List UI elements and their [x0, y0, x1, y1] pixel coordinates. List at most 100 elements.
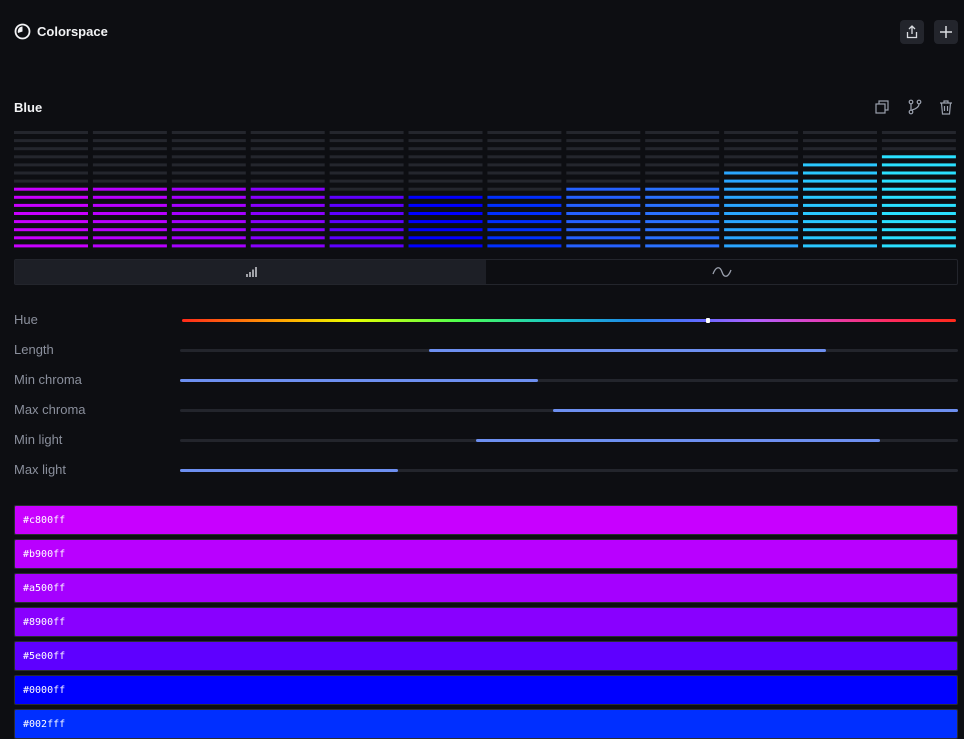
bar-segment	[171, 155, 246, 159]
bar-segment	[329, 187, 404, 191]
plus-icon	[940, 26, 952, 38]
add-palette-button[interactable]	[934, 20, 958, 44]
bars-view-tab[interactable]	[15, 260, 486, 284]
bar-segment	[881, 220, 956, 224]
color-swatch[interactable]: #c800ff	[14, 505, 958, 535]
bar-segment	[408, 147, 483, 151]
bar-segment	[408, 228, 483, 232]
bar-segment	[408, 131, 483, 134]
bar-segment	[803, 139, 877, 143]
bar-segment	[881, 228, 956, 232]
bar-segment	[250, 203, 325, 207]
app-logo[interactable]: Colorspace	[14, 23, 108, 40]
bar-segment	[408, 171, 483, 175]
bar-segment	[645, 220, 720, 224]
bar-segment	[724, 244, 799, 248]
hue-track[interactable]	[182, 318, 956, 323]
bar-segment	[92, 147, 167, 151]
min-light-slider[interactable]: Min light	[14, 430, 958, 450]
bar-segment	[881, 187, 956, 191]
bar-segment	[250, 155, 325, 159]
share-button[interactable]	[900, 20, 924, 44]
bar-segment	[566, 244, 641, 248]
palette-name[interactable]: Blue	[14, 100, 42, 115]
bar-segment	[803, 187, 877, 191]
swatch-hex: #0000ff	[23, 684, 66, 696]
max-chroma-slider[interactable]: Max chroma	[14, 400, 958, 420]
bar-segment	[645, 147, 720, 151]
bar-segment	[566, 131, 641, 134]
palette-bars-chart	[14, 131, 956, 248]
bar-segment	[171, 228, 246, 232]
delete-button[interactable]	[936, 97, 956, 117]
hue-slider[interactable]: Hue	[14, 310, 958, 330]
bar-segment	[14, 203, 88, 207]
max-light-track[interactable]	[180, 469, 958, 472]
color-swatch[interactable]: #b900ff	[14, 539, 958, 569]
min-light-track[interactable]	[180, 439, 958, 442]
bar-segment	[803, 203, 877, 207]
bar-segment	[250, 131, 325, 134]
bar-segment	[487, 228, 562, 232]
duplicate-button[interactable]	[872, 97, 892, 117]
app-title: Colorspace	[37, 24, 108, 39]
bar-segment	[724, 179, 799, 183]
color-swatch[interactable]: #5e00ff	[14, 641, 958, 671]
length-track[interactable]	[180, 349, 958, 352]
swatch-hex: #c800ff	[23, 514, 66, 526]
bar-segment	[171, 179, 246, 183]
bar-segment	[14, 179, 88, 183]
bar-segment	[487, 179, 562, 183]
bar-segment	[881, 147, 956, 151]
bar-segment	[250, 187, 325, 191]
bar-segment	[171, 220, 246, 224]
min-chroma-track[interactable]	[180, 379, 958, 382]
min-light-range[interactable]	[475, 439, 881, 442]
bar-segment	[487, 212, 562, 215]
bar-segment	[566, 147, 641, 151]
bar-segment	[645, 163, 720, 167]
bar-segment	[250, 212, 325, 215]
bar-segment	[645, 139, 720, 143]
bar-segment	[645, 236, 720, 240]
bar-segment	[408, 163, 483, 167]
bar-segment	[881, 163, 956, 167]
swatch-hex: #a500ff	[23, 582, 66, 594]
length-slider[interactable]: Length	[14, 340, 958, 360]
bar-segment	[881, 139, 956, 143]
bar-segment	[566, 203, 641, 207]
color-swatch[interactable]: #a500ff	[14, 573, 958, 603]
bar-segment	[803, 195, 877, 199]
bar-segment	[408, 244, 483, 248]
bar-segment	[14, 163, 88, 167]
bar-segment	[487, 131, 562, 134]
min-light-label: Min light	[14, 432, 63, 447]
bar-segment	[329, 244, 404, 248]
color-swatch[interactable]: #0000ff	[14, 675, 958, 705]
bar-segment	[408, 236, 483, 240]
length-range[interactable]	[428, 349, 826, 352]
bar-segment	[14, 236, 88, 240]
min-chroma-label: Min chroma	[14, 372, 82, 387]
max-light-slider[interactable]: Max light	[14, 460, 958, 480]
max-chroma-track[interactable]	[180, 409, 958, 412]
color-swatch[interactable]: #8900ff	[14, 607, 958, 637]
bar-segment	[803, 236, 877, 240]
bar-segment	[881, 212, 956, 215]
bar-segment	[250, 228, 325, 232]
bar-segment	[171, 139, 246, 143]
color-swatch[interactable]: #002fff	[14, 709, 958, 739]
curve-view-tab[interactable]	[486, 260, 957, 284]
bar-segment	[803, 131, 877, 134]
bar-segment	[171, 147, 246, 151]
bar-segment	[487, 203, 562, 207]
bar-segment	[14, 171, 88, 175]
min-chroma-range[interactable]	[180, 379, 538, 382]
max-light-range[interactable]	[180, 469, 398, 472]
min-chroma-slider[interactable]: Min chroma	[14, 370, 958, 390]
bar-segment	[250, 244, 325, 248]
fork-button[interactable]	[905, 97, 925, 117]
bar-segment	[803, 244, 877, 248]
hue-thumb[interactable]	[706, 318, 711, 323]
max-chroma-range[interactable]	[553, 409, 958, 412]
